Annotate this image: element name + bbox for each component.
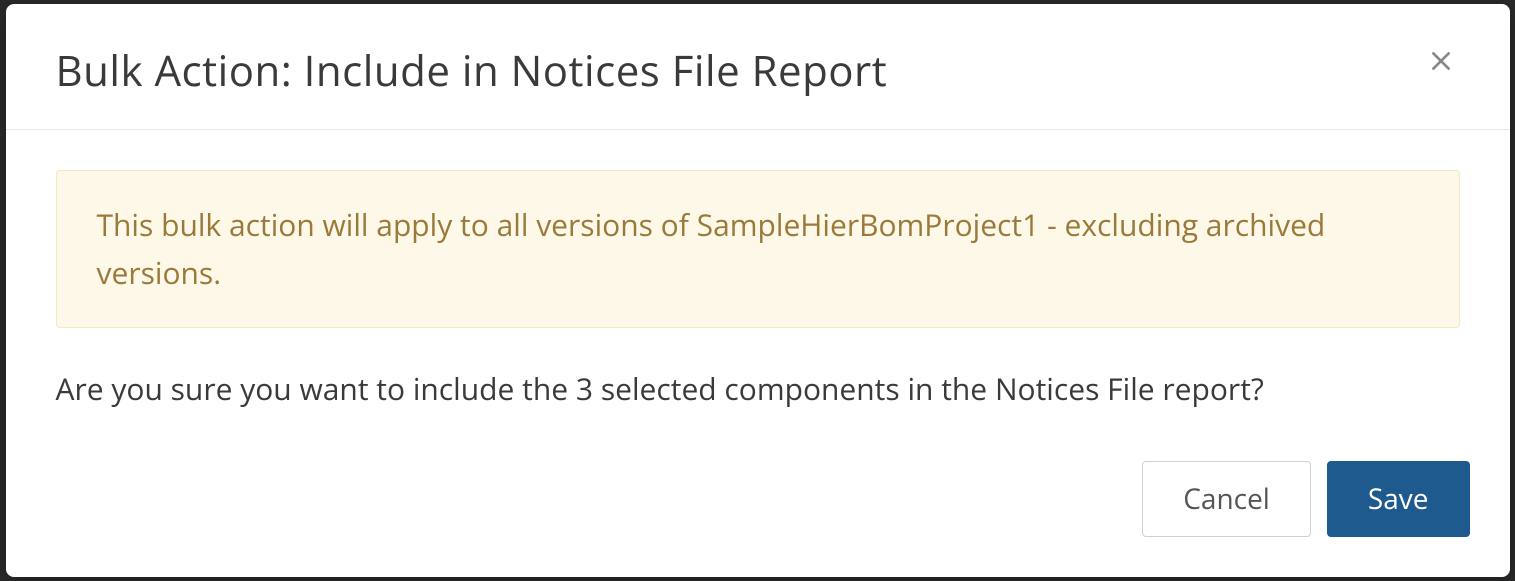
warning-box: This bulk action will apply to all versi… [56, 170, 1460, 328]
cancel-button[interactable]: Cancel [1142, 461, 1311, 537]
save-button[interactable]: Save [1327, 461, 1470, 537]
warning-text: This bulk action will apply to all versi… [97, 201, 1419, 297]
modal-footer: Cancel Save [6, 431, 1510, 577]
close-button[interactable] [1422, 42, 1460, 80]
modal-header: Bulk Action: Include in Notices File Rep… [6, 4, 1510, 130]
modal-overlay: Bulk Action: Include in Notices File Rep… [0, 0, 1515, 581]
confirm-text: Are you sure you want to include the 3 s… [56, 366, 1460, 411]
close-icon [1428, 48, 1454, 74]
modal-body: This bulk action will apply to all versi… [6, 130, 1510, 431]
bulk-action-modal: Bulk Action: Include in Notices File Rep… [6, 4, 1510, 577]
modal-title: Bulk Action: Include in Notices File Rep… [56, 42, 888, 99]
